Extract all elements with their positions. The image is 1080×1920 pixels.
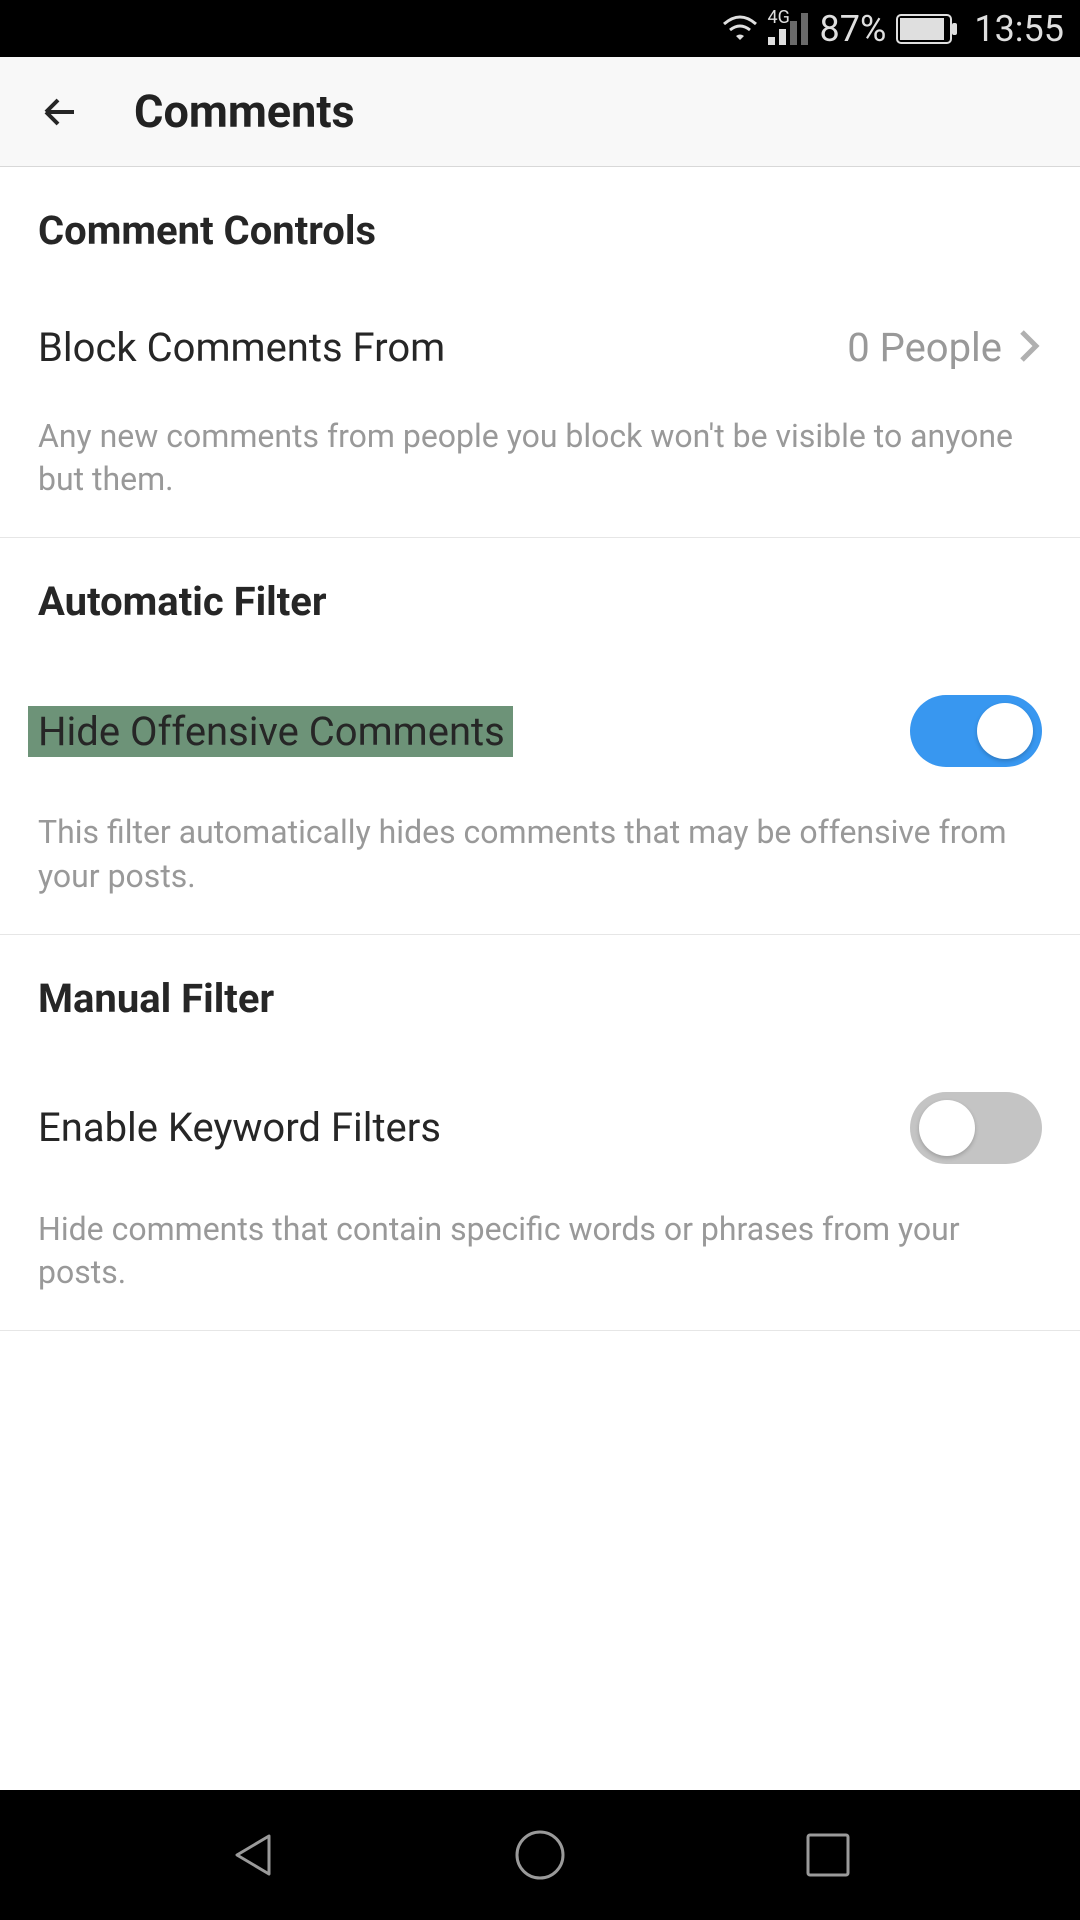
status-redacted-area (0, 0, 263, 57)
keyword-filter-toggle[interactable] (910, 1092, 1042, 1164)
battery-percent-label: 87% (820, 8, 887, 50)
keyword-filter-label: Enable Keyword Filters (38, 1104, 441, 1151)
system-nav-bar (0, 1790, 1080, 1920)
wifi-icon (720, 14, 760, 44)
block-comments-right: 0 People (847, 324, 1042, 371)
block-comments-row[interactable]: Block Comments From 0 People (0, 292, 1080, 403)
status-icons: 4G 87% 13:55 (720, 8, 1065, 50)
section-title-comment-controls: Comment Controls (0, 167, 1080, 292)
toggle-knob (977, 703, 1033, 759)
hide-offensive-label: Hide Offensive Comments (28, 706, 513, 757)
signal-icon: 4G (768, 13, 812, 45)
section-automatic-filter: Automatic Filter Hide Offensive Comments… (0, 538, 1080, 934)
chevron-right-icon (1018, 326, 1042, 370)
nav-back-button[interactable] (218, 1820, 288, 1890)
circle-home-icon (514, 1829, 566, 1881)
block-comments-label: Block Comments From (38, 324, 445, 371)
section-title-automatic-filter: Automatic Filter (0, 538, 1080, 663)
block-comments-value: 0 People (847, 324, 1002, 371)
keyword-filter-row: Enable Keyword Filters (0, 1060, 1080, 1196)
page-title: Comments (134, 85, 355, 138)
arrow-left-icon (36, 88, 84, 136)
square-recent-icon (805, 1832, 851, 1878)
app-header: Comments (0, 57, 1080, 167)
hide-offensive-row: Hide Offensive Comments (0, 663, 1080, 799)
status-bar: 4G 87% 13:55 (0, 0, 1080, 57)
keyword-filter-description: Hide comments that contain specific word… (0, 1196, 1080, 1294)
toggle-knob (919, 1100, 975, 1156)
block-comments-description: Any new comments from people you block w… (0, 403, 1080, 501)
section-comment-controls: Comment Controls Block Comments From 0 P… (0, 167, 1080, 538)
battery-icon (896, 14, 958, 44)
hide-offensive-toggle[interactable] (910, 695, 1042, 767)
nav-home-button[interactable] (505, 1820, 575, 1890)
nav-recent-button[interactable] (793, 1820, 863, 1890)
network-type-label: 4G (768, 7, 790, 28)
triangle-back-icon (231, 1830, 275, 1880)
status-time-label: 13:55 (974, 8, 1064, 50)
hide-offensive-description: This filter automatically hides comments… (0, 799, 1080, 897)
settings-content: Comment Controls Block Comments From 0 P… (0, 167, 1080, 1790)
section-title-manual-filter: Manual Filter (0, 935, 1080, 1060)
section-manual-filter: Manual Filter Enable Keyword Filters Hid… (0, 935, 1080, 1331)
back-button[interactable] (32, 84, 88, 140)
